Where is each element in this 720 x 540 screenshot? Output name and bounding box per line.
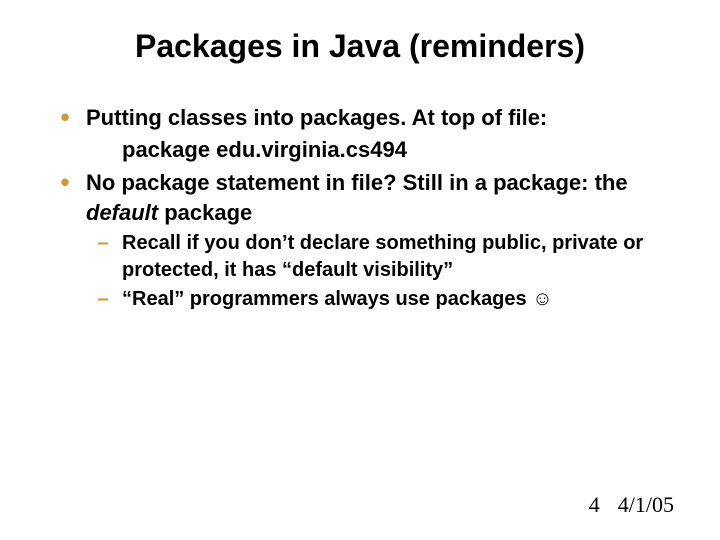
- bullet-icon: •: [58, 168, 72, 197]
- slide-title: Packages in Java (reminders): [50, 28, 670, 65]
- dash-icon: –: [96, 230, 110, 257]
- text-run: No package statement in file? Still in a…: [86, 170, 628, 195]
- bullet-text: Putting classes into packages. At top of…: [86, 103, 670, 133]
- sub-bullet-item: – Recall if you don’t declare something …: [58, 230, 670, 284]
- footer-date: 4/1/05: [618, 492, 674, 517]
- text-emphasis: default: [86, 200, 158, 225]
- slide: Packages in Java (reminders) • Putting c…: [0, 0, 720, 540]
- slide-content: • Putting classes into packages. At top …: [50, 103, 670, 313]
- sub-bullet-item: – “Real” programmers always use packages…: [58, 286, 670, 313]
- page-number: 4: [589, 492, 600, 517]
- text-run: package: [158, 200, 252, 225]
- dash-icon: –: [96, 286, 110, 313]
- bullet-text: No package statement in file? Still in a…: [86, 168, 670, 227]
- bullet-item: • Putting classes into packages. At top …: [58, 103, 670, 133]
- bullet-continuation: package edu.virginia.cs494: [58, 135, 670, 165]
- bullet-item: • No package statement in file? Still in…: [58, 168, 670, 227]
- sub-bullet-text: Recall if you don’t declare something pu…: [122, 230, 670, 284]
- slide-footer: 4 4/1/05: [589, 492, 674, 518]
- sub-bullet-text: “Real” programmers always use packages ☺: [122, 286, 670, 313]
- bullet-icon: •: [58, 103, 72, 132]
